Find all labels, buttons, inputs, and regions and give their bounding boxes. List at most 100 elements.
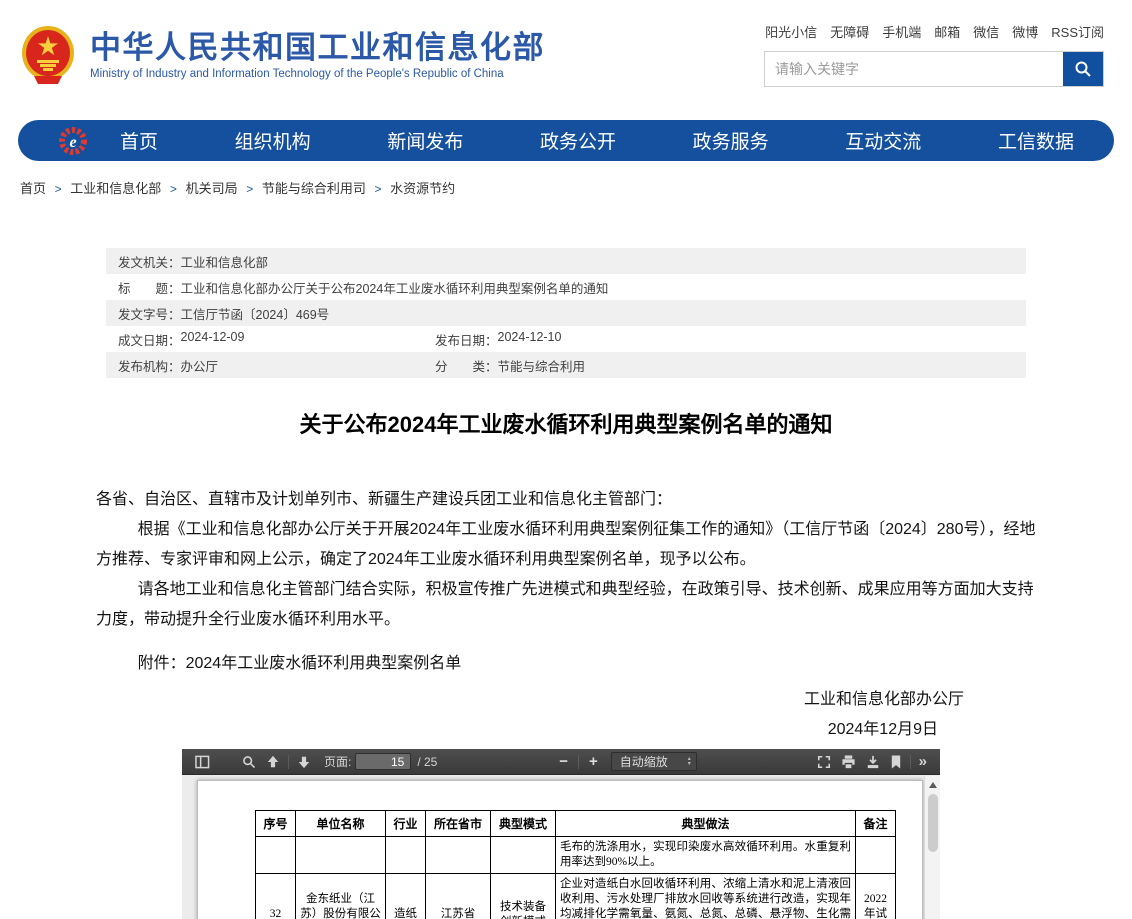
col-seq: 序号 — [256, 811, 296, 837]
col-province: 所在省市 — [426, 811, 491, 837]
breadcrumb-water-saving[interactable]: 水资源节约 — [390, 181, 455, 196]
meta-label: 发布日期： — [435, 330, 498, 349]
site-title: 中华人民共和国工业和信息化部 — [90, 30, 545, 66]
breadcrumb: 首页 > 工业和信息化部 > 机关司局 > 节能与综合利用司 > 水资源节约 — [20, 178, 1132, 197]
scroll-up-arrow-icon[interactable] — [929, 782, 937, 788]
meta-label: 成文日期： — [118, 330, 181, 349]
link-mobile[interactable]: 手机端 — [882, 22, 921, 41]
sidebar-toggle-icon — [195, 755, 210, 769]
page-count: / 25 — [417, 755, 437, 769]
meta-label: 发文机关： — [118, 252, 181, 271]
breadcrumb-miit[interactable]: 工业和信息化部 — [70, 181, 161, 196]
col-note: 备注 — [856, 811, 896, 837]
pdf-bookmark-button[interactable] — [885, 753, 907, 771]
zoom-select[interactable]: 自动缩放 ▴▾ — [611, 752, 697, 771]
nav-item-miit-data[interactable]: 工信数据 — [992, 127, 1080, 154]
nav-item-gov-disclosure[interactable]: 政务公开 — [534, 127, 622, 154]
search-input[interactable] — [765, 52, 1063, 86]
nav-item-gov-services[interactable]: 政务服务 — [687, 127, 775, 154]
scrollbar-thumb[interactable] — [928, 794, 938, 852]
pdf-content-area: 序号 单位名称 行业 所在省市 典型模式 典型做法 备注 — [182, 776, 940, 919]
meta-row-issuing-agency: 发文机关：工业和信息化部 — [106, 248, 1026, 274]
pdf-find-button[interactable] — [237, 753, 261, 771]
search-button[interactable] — [1063, 52, 1103, 86]
nav-item-interaction[interactable]: 互动交流 — [839, 127, 927, 154]
page-title: 关于公布2024年工业废水循环利用典型案例名单的通知 — [96, 407, 1036, 439]
article-body: 各省、自治区、直辖市及计划单列市、新疆生产建设兵团工业和信息化主管部门： 根据《… — [96, 485, 1036, 745]
link-weibo[interactable]: 微博 — [1012, 22, 1038, 41]
download-icon — [866, 755, 880, 769]
cell-seq: 32 — [256, 874, 296, 919]
meta-label: 发布机构： — [118, 356, 181, 375]
pdf-page: 序号 单位名称 行业 所在省市 典型模式 典型做法 备注 — [197, 780, 923, 919]
cell-province: 江苏省 — [426, 874, 491, 919]
bookmark-icon — [890, 755, 902, 769]
miit-logo-icon: e — [58, 126, 88, 156]
cell-industry — [386, 837, 426, 874]
nav-item-organization[interactable]: 组织机构 — [229, 127, 317, 154]
page-number-input[interactable] — [355, 753, 411, 770]
svg-text:e: e — [69, 134, 76, 151]
cell-note — [856, 837, 896, 874]
breadcrumb-separator: > — [55, 182, 62, 196]
cell-mode: 技术装备创新模式 — [491, 874, 556, 919]
breadcrumb-departments[interactable]: 机关司局 — [186, 181, 238, 196]
meta-value: 工信厅节函〔2024〕469号 — [181, 304, 330, 323]
pdf-previous-page-button[interactable] — [261, 753, 285, 771]
nav-item-news[interactable]: 新闻发布 — [381, 127, 469, 154]
cell-seq — [256, 837, 296, 874]
meta-value: 办公厅 — [181, 356, 219, 375]
meta-value: 2024-12-09 — [181, 330, 245, 349]
cell-province — [426, 837, 491, 874]
quick-links: 阳光小信 无障碍 手机端 邮箱 微信 微博 RSS订阅 — [764, 22, 1104, 41]
zoom-out-button[interactable]: − — [552, 753, 575, 770]
cell-practice: 企业对造纸白水回收循环利用、浓缩上清水和泥上清液回收利用、污水处理厂排放水回收等… — [556, 874, 856, 919]
national-emblem-icon — [20, 24, 76, 86]
site-header: 中华人民共和国工业和信息化部 Ministry of Industry and … — [0, 0, 1132, 100]
main-nav: e 首页 组织机构 新闻发布 政务公开 政务服务 互动交流 工信数据 — [18, 120, 1114, 161]
pdf-viewer: 页面: / 25 − + 自动缩放 ▴▾ — [182, 749, 940, 919]
meta-value: 工业和信息化部 — [181, 252, 269, 271]
cell-mode — [491, 837, 556, 874]
breadcrumb-separator: > — [246, 182, 253, 196]
pdf-print-button[interactable] — [836, 753, 861, 771]
pdf-next-page-button[interactable] — [292, 753, 316, 771]
link-mail[interactable]: 邮箱 — [934, 22, 960, 41]
attachment-link[interactable]: 附件：2024年工业废水循环利用典型案例名单 — [96, 649, 1036, 679]
print-icon — [841, 755, 856, 769]
page-down-icon — [297, 755, 311, 769]
search-icon — [1074, 60, 1092, 78]
breadcrumb-energy-dept[interactable]: 节能与综合利用司 — [262, 181, 366, 196]
cell-practice: 毛布的洗涤用水，实现印染废水高效循环利用。水重复利用率达到90%以上。 — [556, 837, 856, 874]
pdf-sidebar-toggle-button[interactable] — [190, 753, 215, 771]
pdf-more-tools-button[interactable]: » — [914, 751, 932, 772]
find-icon — [242, 755, 256, 769]
link-wechat[interactable]: 微信 — [973, 22, 999, 41]
cell-note: 2022年试点 — [856, 874, 896, 919]
meta-row-publisher: 发布机构：办公厅 分 类：节能与综合利用 — [106, 352, 1026, 378]
nav-item-home[interactable]: 首页 — [114, 127, 164, 154]
table-row: 毛布的洗涤用水，实现印染废水高效循环利用。水重复利用率达到90%以上。 — [256, 837, 896, 874]
col-industry: 行业 — [386, 811, 426, 837]
table-row: 32 金东纸业（江苏）股份有限公司 造纸 江苏省 技术装备创新模式 企业对造纸白… — [256, 874, 896, 919]
site-brand[interactable]: 中华人民共和国工业和信息化部 Ministry of Industry and … — [20, 24, 545, 86]
pdf-download-button[interactable] — [861, 753, 885, 771]
case-list-table: 序号 单位名称 行业 所在省市 典型模式 典型做法 备注 — [255, 810, 896, 919]
cell-unit: 金东纸业（江苏）股份有限公司 — [296, 874, 386, 919]
cell-industry: 造纸 — [386, 874, 426, 919]
meta-row-dates: 成文日期：2024-12-09 发布日期：2024-12-10 — [106, 326, 1026, 352]
breadcrumb-separator: > — [374, 182, 381, 196]
breadcrumb-separator: > — [170, 182, 177, 196]
meta-label: 发文字号： — [118, 304, 181, 323]
document-meta-table: 发文机关：工业和信息化部 标 题：工业和信息化部办公厅关于公布2024年工业废水… — [106, 248, 1026, 378]
search-bar — [764, 51, 1104, 87]
cell-unit — [296, 837, 386, 874]
pdf-presentation-mode-button[interactable] — [812, 753, 836, 771]
pdf-scrollbar[interactable] — [924, 776, 940, 919]
link-accessibility[interactable]: 无障碍 — [830, 22, 869, 41]
zoom-in-button[interactable]: + — [582, 753, 605, 770]
col-unit: 单位名称 — [296, 811, 386, 837]
link-rss[interactable]: RSS订阅 — [1051, 22, 1104, 41]
link-sunshine-assistant[interactable]: 阳光小信 — [765, 22, 817, 41]
breadcrumb-home[interactable]: 首页 — [20, 181, 46, 196]
